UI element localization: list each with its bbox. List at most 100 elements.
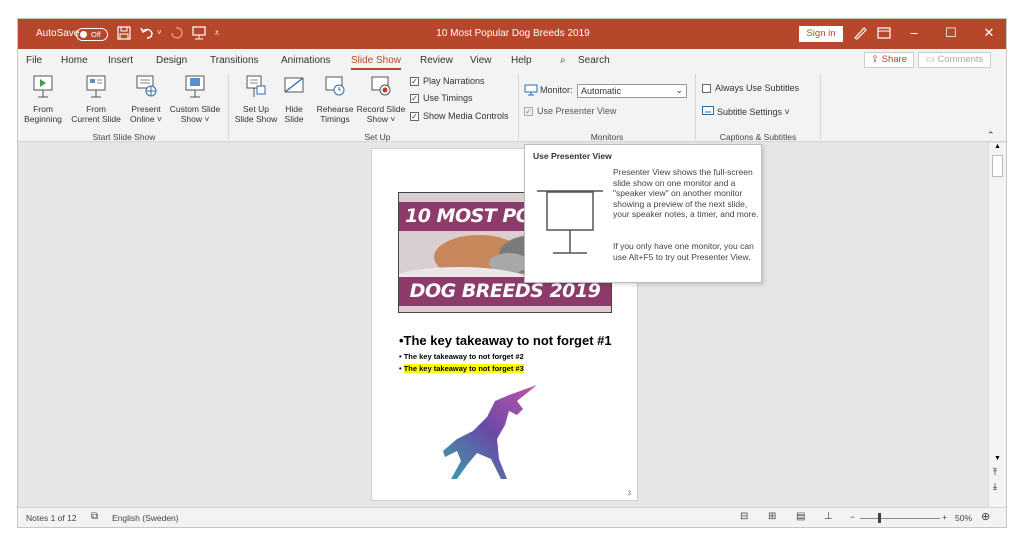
tab-transitions[interactable]: Transitions	[210, 55, 259, 66]
tab-animations[interactable]: Animations	[281, 55, 330, 66]
from-current-slide-button[interactable]: From Current Slide	[67, 74, 125, 124]
notes-count: Notes 1 of 12	[26, 513, 77, 523]
vertical-scrollbar[interactable]: ▲ ▼ ⤒ ⤓	[988, 143, 1006, 507]
zoom-in-button[interactable]: +	[942, 512, 947, 522]
ribbon-tabs: File Home Insert Design Transitions Anim…	[18, 49, 1006, 71]
setup-label-2: Slide Show	[234, 114, 278, 124]
share-button[interactable]: ⇪ Share	[864, 52, 914, 68]
share-icon: ⇪	[871, 54, 882, 65]
presenter-view-label: Use Presenter View	[537, 106, 617, 116]
subtitle-icon	[702, 106, 714, 115]
scroll-thumb[interactable]	[992, 155, 1003, 177]
rehearse-timings-button[interactable]: Rehearse Timings	[315, 74, 355, 124]
zoom-out-button[interactable]: −	[850, 512, 855, 522]
subtitle-settings-label: Subtitle Settings ˅	[717, 106, 790, 117]
status-bar: Notes 1 of 12 ⧉ English (Sweden) ⊟ ⊞ ▤ ⊥…	[18, 507, 1006, 527]
show-media-controls-checkbox[interactable]: ✓ Show Media Controls	[410, 111, 509, 121]
pen-icon[interactable]	[852, 25, 868, 41]
record-label-1: Record Slide	[356, 104, 406, 114]
current-slide-icon	[86, 75, 106, 98]
notes-bullet-2: • The key takeaway to not forget #2	[399, 352, 524, 361]
slide-sorter-icon[interactable]: ⊞	[768, 511, 776, 522]
use-timings-checkbox[interactable]: ✓ Use Timings	[410, 93, 473, 103]
bullet-3-marker: •	[399, 364, 404, 373]
custom-show-label-2: Show ˅	[180, 114, 210, 124]
share-label: Share	[881, 54, 907, 65]
scroll-up-icon[interactable]: ▲	[994, 143, 1001, 150]
zoom-slider-thumb[interactable]	[878, 513, 881, 523]
zoom-slider[interactable]	[860, 518, 940, 519]
zoom-level[interactable]: 50%	[955, 513, 972, 523]
group-captions: Captions & Subtitles	[719, 132, 797, 142]
close-button[interactable]: ✕	[979, 25, 999, 41]
from-beginning-button[interactable]: From Beginning	[22, 74, 64, 124]
rehearse-label-1: Rehearse	[316, 104, 354, 114]
accessibility-icon[interactable]: ⧉	[91, 511, 98, 522]
scroll-down-icon[interactable]: ▼	[994, 455, 1001, 462]
hide-slide-button[interactable]: Hide Slide	[280, 74, 308, 124]
sign-in-button[interactable]: Sign in	[799, 26, 843, 42]
present-online-button[interactable]: Present Online ˅	[126, 74, 166, 124]
tab-review[interactable]: Review	[420, 55, 453, 66]
checkbox-checked-icon: ✓	[410, 111, 419, 121]
hide-slide-label-2: Slide	[284, 114, 304, 124]
custom-show-icon	[185, 75, 205, 98]
tab-insert[interactable]: Insert	[108, 55, 133, 66]
maximize-button[interactable]: ☐	[941, 25, 961, 41]
reading-view-icon[interactable]: ▤	[796, 511, 805, 522]
tab-file[interactable]: File	[26, 55, 42, 66]
presenter-view-tooltip: Use Presenter View Presenter View shows …	[524, 144, 762, 283]
from-current-label-1: From	[86, 104, 106, 114]
search-icon[interactable]: ⌕	[560, 55, 566, 66]
notes-bullet-3: • The key takeaway to not forget #3	[399, 364, 524, 373]
play-narrations-checkbox[interactable]: ✓ Play Narrations	[410, 76, 485, 86]
hide-slide-label-1: Hide	[285, 104, 303, 114]
group-separator	[228, 74, 229, 140]
group-monitors: Monitors	[590, 132, 624, 142]
setup-label-1: Set Up	[243, 104, 269, 114]
tab-home[interactable]: Home	[61, 55, 88, 66]
play-narrations-label: Play Narrations	[423, 76, 485, 86]
monitor-select[interactable]: Automatic	[577, 84, 687, 98]
record-icon	[371, 76, 391, 96]
minimize-button[interactable]: –	[904, 25, 924, 40]
checkbox-checked-icon: ✓	[410, 93, 419, 103]
record-slide-show-button[interactable]: Record Slide Show ˅	[355, 74, 407, 124]
fit-to-window-icon[interactable]: ⊕	[981, 510, 990, 523]
tab-slide-show[interactable]: Slide Show	[351, 55, 402, 70]
comments-button[interactable]: ▭ Comments	[918, 52, 991, 68]
show-media-label: Show Media Controls	[423, 111, 509, 121]
play-from-start-icon	[33, 75, 53, 98]
subtitle-settings-button[interactable]: Subtitle Settings ˅	[702, 106, 790, 117]
from-beginning-label-1: From	[33, 104, 53, 114]
setup-show-icon	[246, 75, 266, 97]
comments-label: Comments	[937, 54, 984, 65]
group-set-up: Set Up	[364, 132, 391, 142]
slide-show-view-icon[interactable]: ⊥	[824, 511, 833, 522]
search-box[interactable]: Search	[578, 55, 610, 66]
collapse-ribbon-icon[interactable]: ⌃	[987, 130, 995, 141]
tooltip-description: Presenter View shows the full-screen sli…	[613, 167, 759, 219]
custom-slide-show-button[interactable]: Custom Slide Show ˅	[166, 74, 224, 124]
checkbox-unchecked-icon	[702, 83, 711, 93]
use-timings-label: Use Timings	[423, 93, 473, 103]
from-beginning-label-2: Beginning	[24, 114, 62, 124]
checkbox-checked-icon: ✓	[410, 76, 419, 86]
tab-view[interactable]: View	[470, 55, 492, 66]
use-presenter-view-checkbox[interactable]: ✓ Use Presenter View	[524, 106, 616, 116]
record-label-2: Show ˅	[366, 114, 396, 124]
from-current-label-2: Current Slide	[71, 114, 121, 124]
next-slide-icon[interactable]: ⤓	[993, 481, 997, 492]
presenter-screen-icon	[537, 190, 603, 254]
tab-help[interactable]: Help	[511, 55, 532, 66]
set-up-slide-show-button[interactable]: Set Up Slide Show	[232, 74, 280, 124]
ribbon-display-icon[interactable]	[876, 25, 892, 41]
language-status[interactable]: English (Sweden)	[112, 513, 179, 523]
normal-view-icon[interactable]: ⊟	[740, 511, 748, 522]
ribbon: From Beginning From Current Slide Presen…	[18, 71, 1006, 142]
tooltip-hint: If you only have one monitor, you can us…	[613, 241, 754, 262]
tab-design[interactable]: Design	[156, 55, 187, 66]
always-use-subtitles-checkbox[interactable]: Always Use Subtitles	[702, 83, 799, 93]
previous-slide-icon[interactable]: ⤒	[993, 467, 997, 478]
title-bar: AutoSave Off ˅ ⩡ 10 Most Popular Dog Bre…	[18, 19, 1006, 49]
